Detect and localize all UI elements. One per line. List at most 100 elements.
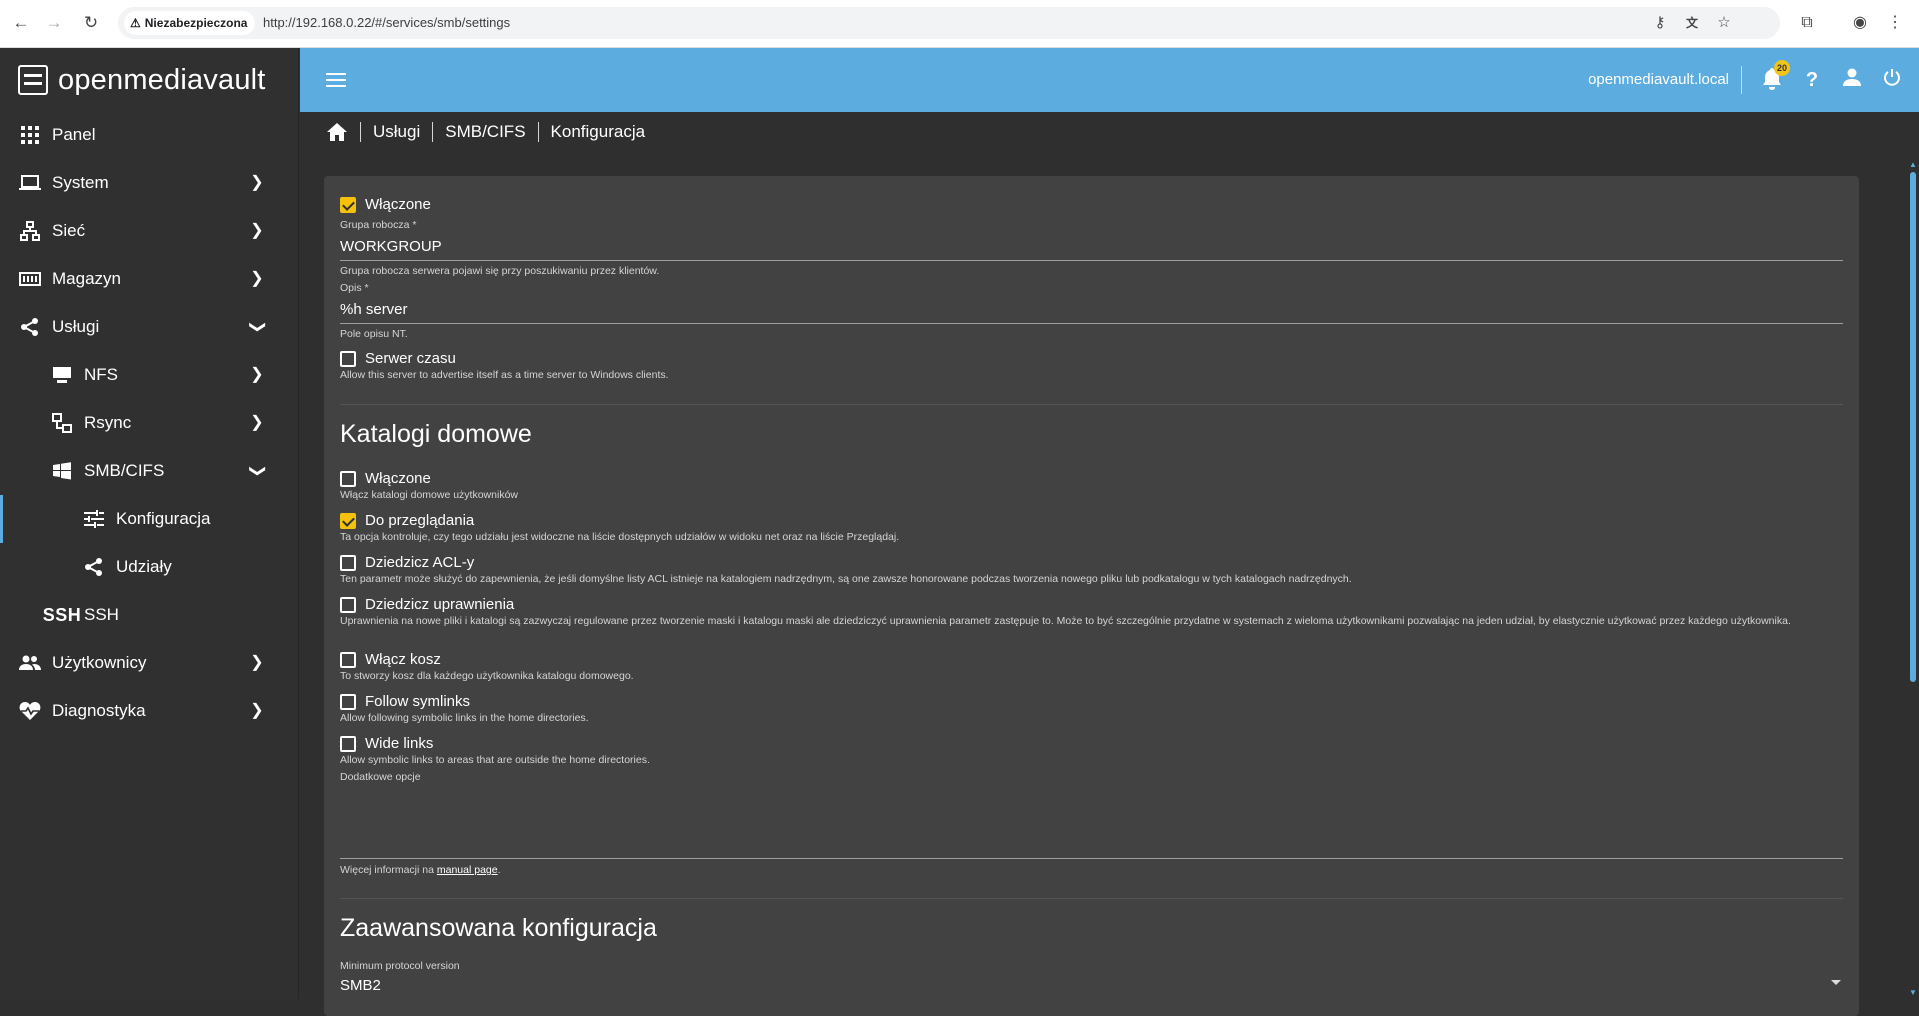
notifications-bell-icon[interactable]: 20 [1760, 60, 1790, 92]
follow-symlinks-hint: Allow following symbolic links in the ho… [340, 712, 589, 724]
description-label: Opis * [340, 282, 369, 294]
sidebar-item-storage[interactable]: Magazyn ❯ [0, 255, 299, 303]
chevron-right-icon: ❯ [250, 174, 264, 191]
sidebar-item-diagnostics[interactable]: Diagnostyka ❯ [0, 687, 299, 735]
sidebar-item-label: Panel [52, 125, 96, 144]
follow-symlinks-checkbox[interactable]: Follow symlinks [340, 693, 470, 710]
nfs-computer-icon [50, 363, 74, 387]
hint-text: Więcej informacji na [340, 864, 434, 876]
breadcrumb-separator [360, 122, 361, 142]
browseable-hint: Ta opcja kontroluje, czy tego udziału je… [340, 531, 900, 543]
security-chip[interactable]: ⚠ Niezabezpieczona [124, 11, 256, 35]
checkbox-checked-icon[interactable] [340, 196, 356, 213]
homes-enabled-hint: Włącz katalogi domowe użytkowników [340, 489, 518, 501]
breadcrumb-settings: Konfiguracja [550, 122, 646, 141]
homes-enabled-checkbox[interactable]: Włączone [340, 470, 431, 487]
sidebar-item-panel[interactable]: Panel [0, 111, 299, 159]
back-icon[interactable]: ← [10, 12, 32, 34]
tune-icon [82, 507, 106, 531]
translate-icon[interactable]: 文 [1682, 13, 1702, 33]
workgroup-input[interactable]: WORKGROUP [340, 238, 442, 255]
time-server-hint: Allow this server to advertise itself as… [340, 369, 669, 381]
sidebar-item-ssh[interactable]: SSH SSH [0, 591, 299, 639]
network-icon [18, 219, 42, 243]
wide-links-checkbox[interactable]: Wide links [340, 735, 433, 752]
sidebar-item-smb[interactable]: SMB/CIFS ❯ [0, 447, 299, 495]
breadcrumb: Usługi SMB/CIFS Konfiguracja [326, 118, 645, 146]
sidebar-item-rsync[interactable]: Rsync ❯ [0, 399, 299, 447]
extra-options-textarea[interactable] [340, 788, 1843, 834]
checkbox-unchecked-icon[interactable] [340, 735, 356, 752]
sidebar-item-smb-shares[interactable]: Udziały [0, 543, 299, 591]
security-label: Niezabezpieczona [144, 16, 248, 30]
chevron-right-icon: ❯ [250, 702, 264, 719]
rsync-icon [50, 411, 74, 435]
sidebar-item-system[interactable]: System ❯ [0, 159, 299, 207]
share-icon [82, 555, 106, 579]
help-icon[interactable]: ? [1800, 68, 1824, 92]
sidebar-item-label: NFS [84, 365, 118, 384]
checkbox-label: Dziedzicz ACL-y [365, 554, 475, 571]
checkbox-unchecked-icon[interactable] [340, 470, 356, 487]
browseable-checkbox[interactable]: Do przeglądania [340, 512, 474, 529]
scroll-up-icon[interactable]: ▲ [1909, 160, 1917, 169]
inherit-acls-checkbox[interactable]: Dziedzicz ACL-y [340, 554, 474, 571]
recycle-bin-hint: To stworzy kosz dla każdego użytkownika … [340, 670, 634, 682]
ssh-icon: SSH [42, 604, 82, 625]
forward-icon[interactable]: → [43, 12, 65, 34]
menu-dots-icon[interactable]: ⋮ [1884, 12, 1906, 34]
chevron-right-icon: ❯ [250, 222, 264, 239]
breadcrumb-smb[interactable]: SMB/CIFS [445, 122, 525, 142]
address-bar[interactable]: ⚠ Niezabezpieczona http://192.168.0.22/#… [118, 7, 1780, 39]
star-icon[interactable]: ☆ [1714, 13, 1734, 33]
url-text[interactable]: http://192.168.0.22/#/services/smb/setti… [263, 7, 510, 39]
openmediavault-logo-icon [18, 65, 48, 95]
inherit-permissions-hint: Uprawnienia na nowe pliki i katalogi są … [340, 615, 1791, 627]
extensions-icon[interactable]: ⧉ [1796, 12, 1818, 34]
brand[interactable]: openmediavault [18, 62, 266, 98]
time-server-checkbox[interactable]: Serwer czasu [340, 350, 456, 367]
sidebar-item-users[interactable]: Użytkownicy ❯ [0, 639, 299, 687]
hint-suffix: . [497, 864, 501, 876]
checkbox-unchecked-icon[interactable] [340, 350, 356, 367]
reload-icon[interactable]: ↻ [80, 12, 102, 34]
min-protocol-label: Minimum protocol version [340, 960, 460, 972]
sidebar-item-smb-settings[interactable]: Konfiguracja [0, 495, 299, 543]
advanced-section-title: Zaawansowana konfiguracja [340, 914, 657, 942]
menu-toggle-icon[interactable] [324, 68, 348, 92]
section-divider [340, 404, 1843, 405]
recycle-bin-checkbox[interactable]: Włącz kosz [340, 651, 441, 668]
sidebar-item-nfs[interactable]: NFS ❯ [0, 351, 299, 399]
manual-page-link[interactable]: manual page [437, 864, 498, 876]
checkbox-unchecked-icon[interactable] [340, 651, 356, 668]
warning-icon: ⚠ [130, 16, 141, 30]
inherit-permissions-checkbox[interactable]: Dziedzicz uprawnienia [340, 596, 514, 613]
sidebar-item-network[interactable]: Sieć ❯ [0, 207, 299, 255]
sidebar: openmediavault Panel System ❯ Sieć ❯ Mag… [0, 48, 299, 999]
extra-options-underline [340, 858, 1843, 859]
scrollbar-thumb[interactable] [1910, 172, 1916, 682]
checkbox-checked-icon[interactable] [340, 512, 356, 529]
homes-section-title: Katalogi domowe [340, 420, 532, 448]
sidebar-item-services[interactable]: Usługi ❯ [0, 303, 299, 351]
min-protocol-select[interactable]: SMB2 [340, 977, 381, 994]
description-input[interactable]: %h server [340, 301, 408, 318]
checkbox-unchecked-icon[interactable] [340, 693, 356, 710]
key-icon[interactable]: ⚷ [1650, 13, 1670, 33]
extra-options-hint: Więcej informacji na manual page. [340, 864, 1829, 877]
profile-icon[interactable]: ◉ [1849, 12, 1871, 34]
checkbox-unchecked-icon[interactable] [340, 596, 356, 613]
top-app-bar: openmediavault.local 20 ? [300, 48, 1919, 112]
power-icon[interactable] [1880, 68, 1904, 92]
browser-toolbar: ← → ↻ ⚠ Niezabezpieczona http://192.168.… [0, 0, 1919, 48]
user-icon[interactable] [1840, 68, 1864, 92]
page-scrollbar[interactable]: ▲ ▼ [1907, 160, 1919, 999]
dropdown-arrow-icon[interactable] [1831, 980, 1841, 985]
breadcrumb-services[interactable]: Usługi [373, 122, 420, 142]
home-icon[interactable] [326, 121, 348, 143]
checkbox-label: Włączone [365, 470, 431, 487]
checkbox-unchecked-icon[interactable] [340, 554, 356, 571]
enabled-checkbox[interactable]: Włączone [340, 196, 431, 213]
sidebar-item-label: Usługi [52, 317, 100, 336]
scroll-down-icon[interactable]: ▼ [1909, 988, 1917, 997]
